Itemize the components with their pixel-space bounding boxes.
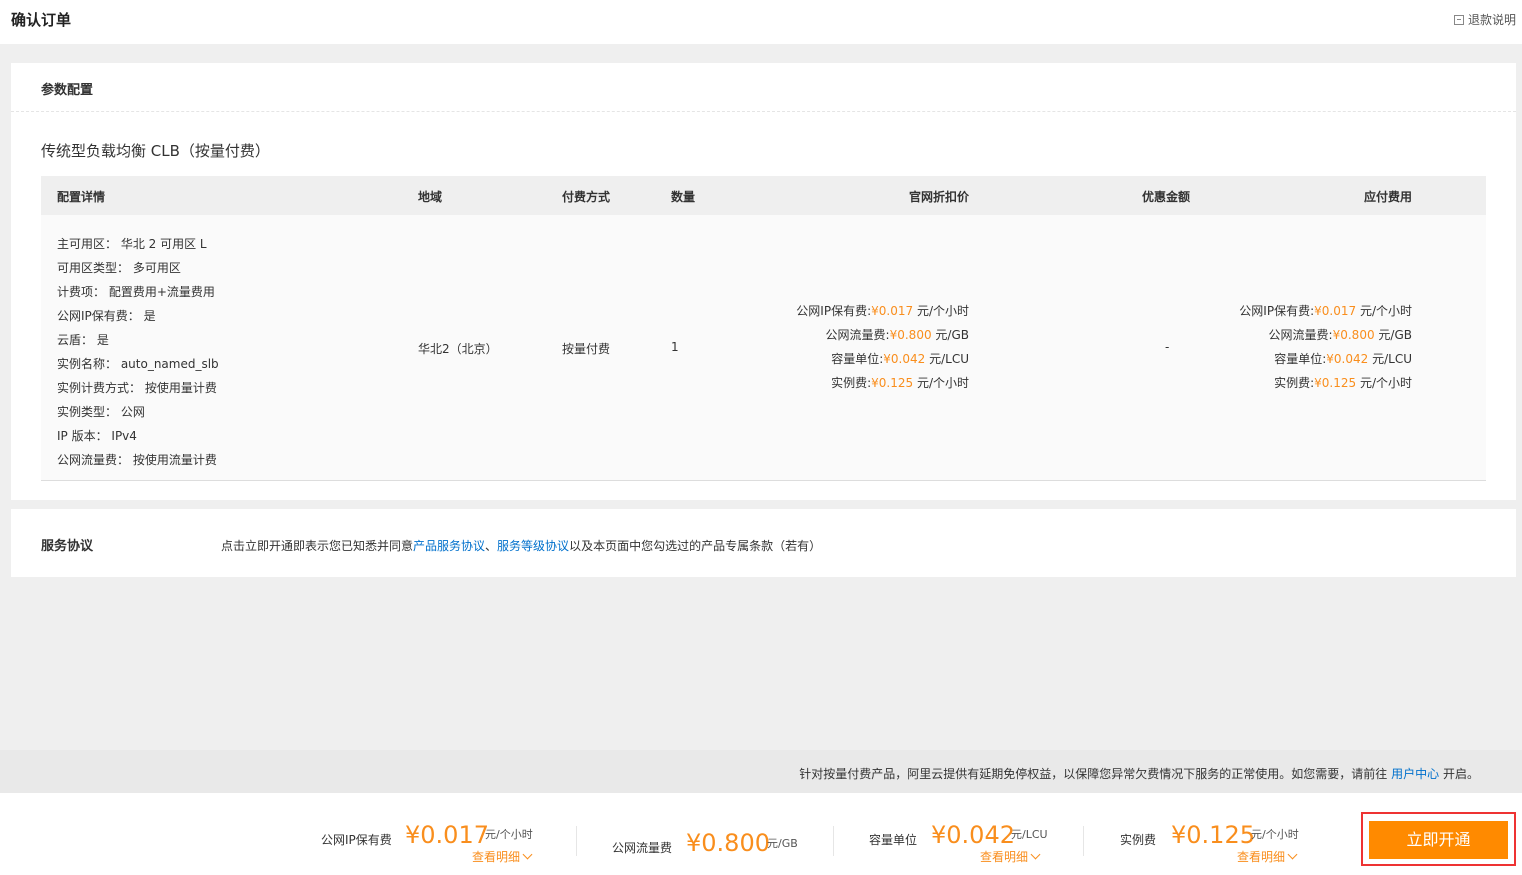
fee-label: 公网IP保有费 <box>321 833 392 847</box>
fee-amount: ¥0.042 <box>931 821 1015 849</box>
fee-amount: ¥0.125 <box>1171 821 1255 849</box>
price-line: 实例费:¥0.125 元/个小时 <box>1274 376 1412 390</box>
fee-unit: 元/GB <box>767 837 798 850</box>
col-payable: 应付费用 <box>1364 190 1413 204</box>
detail-line: 可用区类型： 多可用区 <box>57 261 181 275</box>
fee-amount: ¥0.017 <box>405 821 489 849</box>
view-detail-link[interactable]: 查看明细 <box>1237 848 1298 865</box>
detail-line: 公网IP保有费： 是 <box>57 309 156 323</box>
detail-line: 公网流量费： 按使用流量计费 <box>57 453 217 467</box>
price-line: 公网流量费:¥0.800 元/GB <box>825 328 969 342</box>
col-official-price: 官网折扣价 <box>909 190 970 204</box>
price-line: 容量单位:¥0.042 元/LCU <box>1274 352 1412 366</box>
document-icon <box>1453 14 1464 25</box>
price-line: 公网IP保有费:¥0.017 元/个小时 <box>796 304 969 318</box>
table-header: 配置详情 地域 付费方式 数量 官网折扣价 优惠金额 应付费用 <box>41 176 1486 215</box>
order-table: 配置详情 地域 付费方式 数量 官网折扣价 优惠金额 应付费用 主可用区： 华北… <box>41 176 1486 481</box>
refund-label: 退款说明 <box>1467 13 1516 27</box>
detail-line: 实例类型： 公网 <box>57 405 145 419</box>
detail-line: 主可用区： 华北 2 可用区 L <box>57 237 207 251</box>
notice-bar: 针对按量付费产品，阿里云提供有延期免停权益，以保障您异常欠费情况下服务的正常使用… <box>0 750 1522 793</box>
page-title: 确认订单 <box>11 11 72 29</box>
discount-cell: - <box>1165 340 1170 354</box>
open-button-highlight: 立即开通 <box>1361 812 1516 866</box>
service-agreement-card: 服务协议 点击立即开通即表示您已知悉并同意产品服务协议、服务等级协议以及本页面中… <box>11 509 1516 577</box>
footer-bar: 公网IP保有费 ¥0.017 元/个小时 查看明细 公网流量费 ¥0.800 元… <box>0 793 1522 875</box>
chevron-down-icon <box>1030 849 1041 860</box>
col-region: 地域 <box>418 190 443 204</box>
col-pay-method: 付费方式 <box>562 190 611 204</box>
divider <box>833 826 834 856</box>
fee-unit: 元/个小时 <box>485 828 533 841</box>
fee-unit: 元/LCU <box>1011 828 1048 841</box>
fee-label: 实例费 <box>1120 833 1157 847</box>
chevron-down-icon <box>1287 849 1298 860</box>
fee-amount: ¥0.800 <box>686 829 770 857</box>
view-detail-link[interactable]: 查看明细 <box>472 848 533 865</box>
price-line: 实例费:¥0.125 元/个小时 <box>831 376 969 390</box>
detail-line: 计费项： 配置费用+流量费用 <box>57 285 215 299</box>
fee-label: 公网流量费 <box>612 841 673 855</box>
payable-cell: 公网IP保有费:¥0.017 元/个小时 公网流量费:¥0.800 元/GB 容… <box>1239 299 1412 395</box>
params-section-title: 参数配置 <box>11 63 1516 112</box>
view-detail-link[interactable]: 查看明细 <box>980 848 1041 865</box>
refund-link[interactable]: 退款说明 <box>1453 11 1516 28</box>
detail-line: 实例名称： auto_named_slb <box>57 357 219 371</box>
col-discount: 优惠金额 <box>1142 190 1191 204</box>
table-row: 主可用区： 华北 2 可用区 L 可用区类型： 多可用区 计费项： 配置费用+流… <box>41 215 1486 481</box>
product-service-agreement-link[interactable]: 产品服务协议 <box>413 539 485 553</box>
params-card: 参数配置 传统型负载均衡 CLB（按量付费） 配置详情 地域 付费方式 数量 官… <box>11 63 1516 500</box>
top-bar: 确认订单 退款说明 <box>0 0 1522 44</box>
service-text: 点击立即开通即表示您已知悉并同意产品服务协议、服务等级协议以及本页面中您勾选过的… <box>221 539 822 553</box>
price-line: 公网IP保有费:¥0.017 元/个小时 <box>1239 304 1412 318</box>
quantity-cell: 1 <box>671 340 679 354</box>
chevron-down-icon <box>522 849 533 860</box>
price-line: 公网流量费:¥0.800 元/GB <box>1268 328 1412 342</box>
divider <box>576 826 577 856</box>
detail-line: 云盾： 是 <box>57 333 109 347</box>
detail-line: IP 版本： IPv4 <box>57 429 137 443</box>
config-details: 主可用区： 华北 2 可用区 L 可用区类型： 多可用区 计费项： 配置费用+流… <box>57 232 219 472</box>
service-title: 服务协议 <box>41 539 94 554</box>
user-center-link[interactable]: 用户中心 <box>1391 767 1439 781</box>
fee-label: 容量单位 <box>869 833 918 847</box>
open-now-button[interactable]: 立即开通 <box>1369 821 1508 859</box>
service-level-agreement-link[interactable]: 服务等级协议 <box>497 539 569 553</box>
notice-text: 针对按量付费产品，阿里云提供有延期免停权益，以保障您异常欠费情况下服务的正常使用… <box>799 767 1479 781</box>
detail-line: 实例计费方式： 按使用量计费 <box>57 381 217 395</box>
product-title: 传统型负载均衡 CLB（按量付费） <box>41 142 270 160</box>
pay-method-cell: 按量付费 <box>562 342 611 356</box>
price-line: 容量单位:¥0.042 元/LCU <box>831 352 969 366</box>
col-quantity: 数量 <box>671 190 696 204</box>
fee-unit: 元/个小时 <box>1251 828 1299 841</box>
region-cell: 华北2（北京） <box>418 342 498 356</box>
divider <box>1083 826 1084 856</box>
col-config-detail: 配置详情 <box>57 190 106 204</box>
official-price-cell: 公网IP保有费:¥0.017 元/个小时 公网流量费:¥0.800 元/GB 容… <box>796 299 969 395</box>
